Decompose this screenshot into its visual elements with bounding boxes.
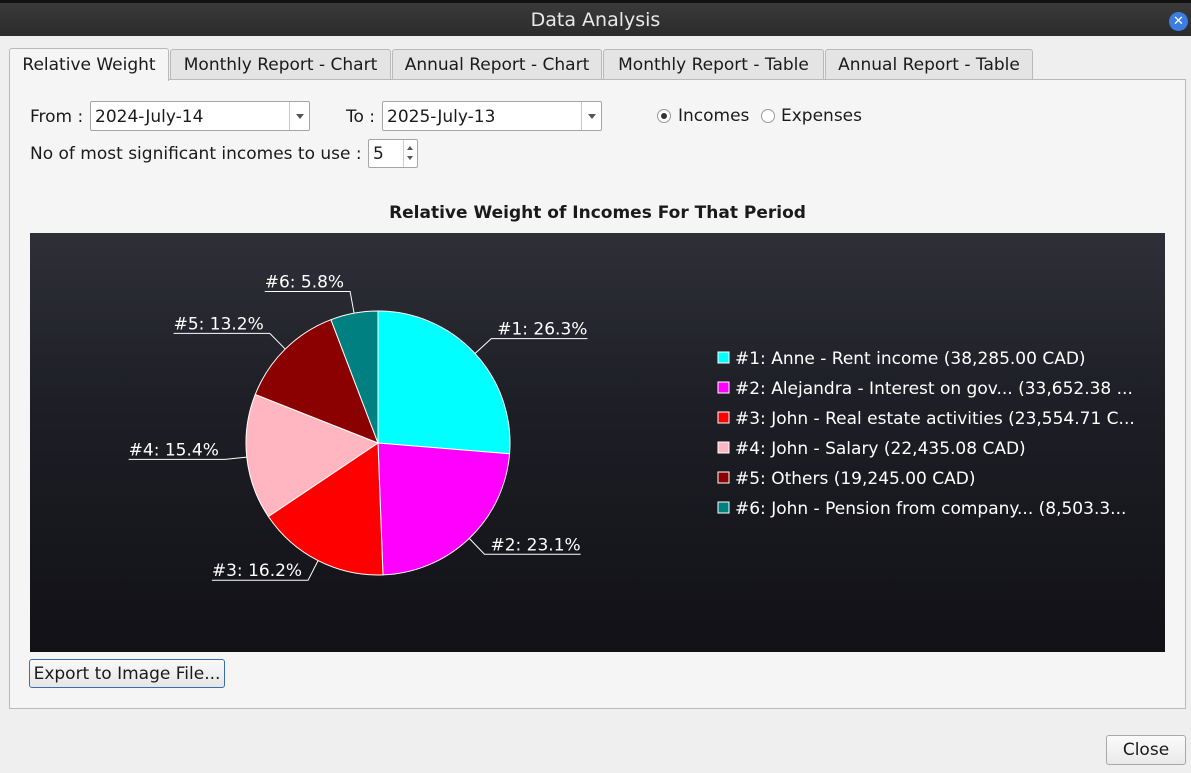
tab-annual-report-chart[interactable]: Annual Report - Chart bbox=[392, 49, 602, 80]
legend-swatch-6 bbox=[717, 501, 730, 514]
slice-label-3: #3: 16.2% bbox=[212, 561, 302, 581]
tab-monthly-report-table[interactable]: Monthly Report - Table bbox=[603, 49, 824, 80]
tab-relative-weight[interactable]: Relative Weight bbox=[9, 48, 169, 81]
from-label: From : bbox=[30, 107, 84, 127]
count-label: No of most significant incomes to use : bbox=[30, 144, 362, 164]
tab-label: Annual Report - Chart bbox=[404, 55, 590, 75]
slice-label-6: #6: 5.8% bbox=[265, 273, 344, 293]
legend-entry-3: #3: John - Real estate activities (23,55… bbox=[735, 409, 1135, 429]
spin-down-icon[interactable] bbox=[407, 156, 413, 160]
window-title: Data Analysis bbox=[530, 8, 661, 31]
slice-leader-line-5 bbox=[173, 332, 286, 350]
slice-label-1: #1: 26.3% bbox=[497, 320, 587, 340]
count-value: 5 bbox=[373, 144, 384, 164]
pie-chart: #1: 26.3% #2: 23.1% #3: 16.2% #4: 15.4% #5: … bbox=[128, 273, 1135, 581]
expenses-radio-label[interactable]: Expenses bbox=[781, 106, 862, 126]
from-date-combo[interactable]: 2024-July-14 bbox=[90, 101, 310, 131]
tab-label: Relative Weight bbox=[22, 55, 156, 75]
legend-entry-5: #5: Others (19,245.00 CAD) bbox=[735, 469, 976, 489]
legend-entry-1: #1: Anne - Rent income (38,285.00 CAD) bbox=[735, 349, 1086, 369]
incomes-radio[interactable] bbox=[657, 109, 671, 123]
chart-title: Relative Weight of Incomes For That Peri… bbox=[389, 203, 806, 223]
export-image-button[interactable]: Export to Image File... bbox=[29, 659, 225, 688]
spin-arrows[interactable] bbox=[403, 140, 417, 167]
legend-swatch-4 bbox=[717, 441, 730, 454]
spin-up-icon[interactable] bbox=[407, 146, 413, 150]
tab-label: Annual Report - Table bbox=[838, 55, 1020, 75]
legend-swatch-2 bbox=[717, 381, 730, 394]
window-titlebar: Data Analysis ✕ bbox=[0, 0, 1191, 36]
close-button-label: Close bbox=[1122, 740, 1170, 760]
legend-swatch-1 bbox=[717, 351, 730, 364]
tab-annual-report-table[interactable]: Annual Report - Table bbox=[825, 49, 1033, 80]
slice-label-2: #2: 23.1% bbox=[490, 535, 580, 555]
tab-label: Monthly Report - Table bbox=[618, 55, 809, 75]
pie-slice-1 bbox=[377, 310, 511, 455]
export-button-label: Export to Image File... bbox=[33, 663, 221, 684]
incomes-radio-label[interactable]: Incomes bbox=[678, 106, 749, 126]
expenses-radio[interactable] bbox=[761, 109, 775, 123]
to-date-combo[interactable]: 2025-July-13 bbox=[382, 101, 602, 131]
legend-swatch-3 bbox=[717, 411, 730, 424]
legend-entry-6: #6: John - Pension from company... (8,50… bbox=[735, 499, 1126, 519]
count-spinbox[interactable]: 5 bbox=[368, 139, 418, 168]
slice-leader-line-6 bbox=[264, 291, 355, 314]
slice-label-4: #4: 15.4% bbox=[129, 440, 219, 460]
tab-label: Monthly Report - Chart bbox=[183, 55, 378, 75]
close-button[interactable]: Close bbox=[1106, 735, 1186, 765]
to-date-value: 2025-July-13 bbox=[387, 107, 496, 127]
tab-monthly-report-chart[interactable]: Monthly Report - Chart bbox=[170, 49, 391, 80]
to-label: To : bbox=[346, 107, 376, 127]
slice-leader-line-1 bbox=[474, 338, 588, 354]
legend-swatch-5 bbox=[717, 471, 730, 484]
slice-label-5: #5: 13.2% bbox=[174, 314, 264, 334]
chevron-down-icon[interactable] bbox=[289, 102, 309, 130]
chevron-down-icon[interactable] bbox=[581, 102, 601, 130]
from-date-value: 2024-July-14 bbox=[95, 107, 204, 127]
legend-entry-4: #4: John - Salary (22,435.08 CAD) bbox=[735, 439, 1026, 459]
window-close-icon[interactable]: ✕ bbox=[1169, 12, 1188, 31]
pie-chart-area: #1: 26.3% #2: 23.1% #3: 16.2% #4: 15.4% #5: … bbox=[30, 233, 1165, 652]
relative-weight-panel: From : 2024-July-14 To : 2025-July-13 In… bbox=[9, 79, 1186, 709]
legend-entry-2: #2: Alejandra - Interest on gov... (33,6… bbox=[735, 379, 1133, 399]
